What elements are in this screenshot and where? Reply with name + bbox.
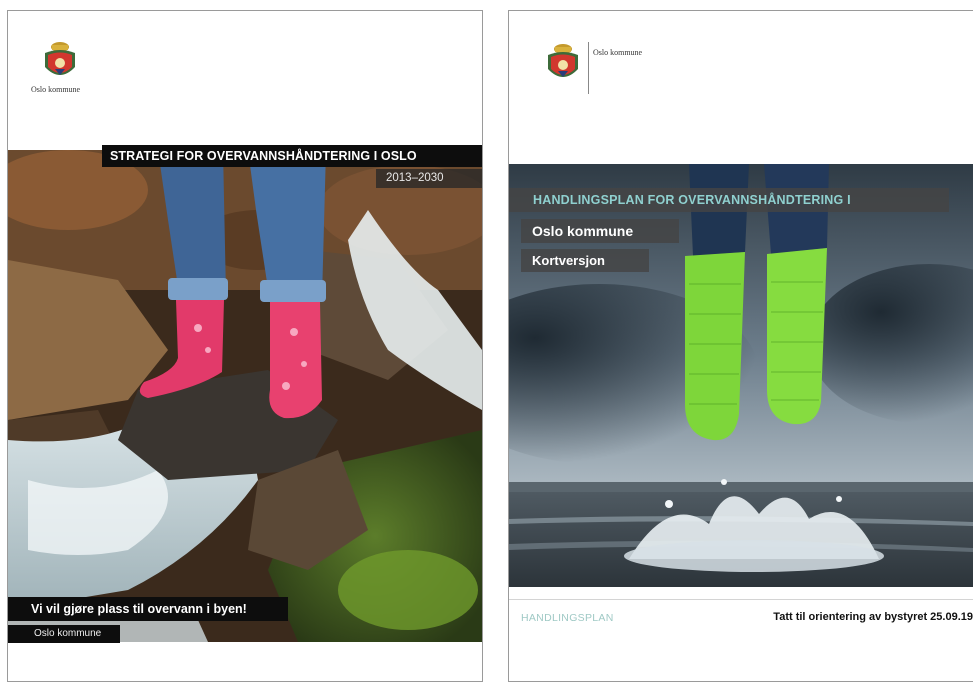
footer-divider <box>509 599 973 600</box>
footer-label: HANDLINGSPLAN <box>521 612 614 624</box>
cover-photo-stream-boots <box>8 150 482 642</box>
strategy-cover: Oslo kommune STRATEGI FOR OVERVANNSHÅNDT… <box>7 10 483 682</box>
logo-text: Oslo kommune <box>593 48 643 57</box>
oslo-coat-of-arms-icon <box>45 42 75 75</box>
footer-note: Tatt til orientering av bystyret 25.09.1… <box>773 611 973 623</box>
cover-title: HANDLINGSPLAN FOR OVERVANNSHÅNDTERING I <box>509 188 949 212</box>
cover-subtitle-version: Kortversjon <box>521 249 649 272</box>
logo-text: Oslo kommune <box>31 85 81 94</box>
oslo-coat-of-arms-icon <box>548 44 578 77</box>
cover-years: 2013–2030 <box>376 169 482 188</box>
cover-subtitle-org: Oslo kommune <box>521 219 679 243</box>
cover-org-label: Oslo kommune <box>8 625 120 643</box>
cover-slogan: Vi vil gjøre plass til overvann i byen! <box>8 597 288 621</box>
logo-divider <box>588 42 589 94</box>
action-plan-cover: Oslo kommune HANDLINGSPLAN FOR OVERVANNS… <box>508 10 973 682</box>
cover-title: STRATEGI FOR OVERVANNSHÅNDTERING I OSLO <box>102 145 482 167</box>
